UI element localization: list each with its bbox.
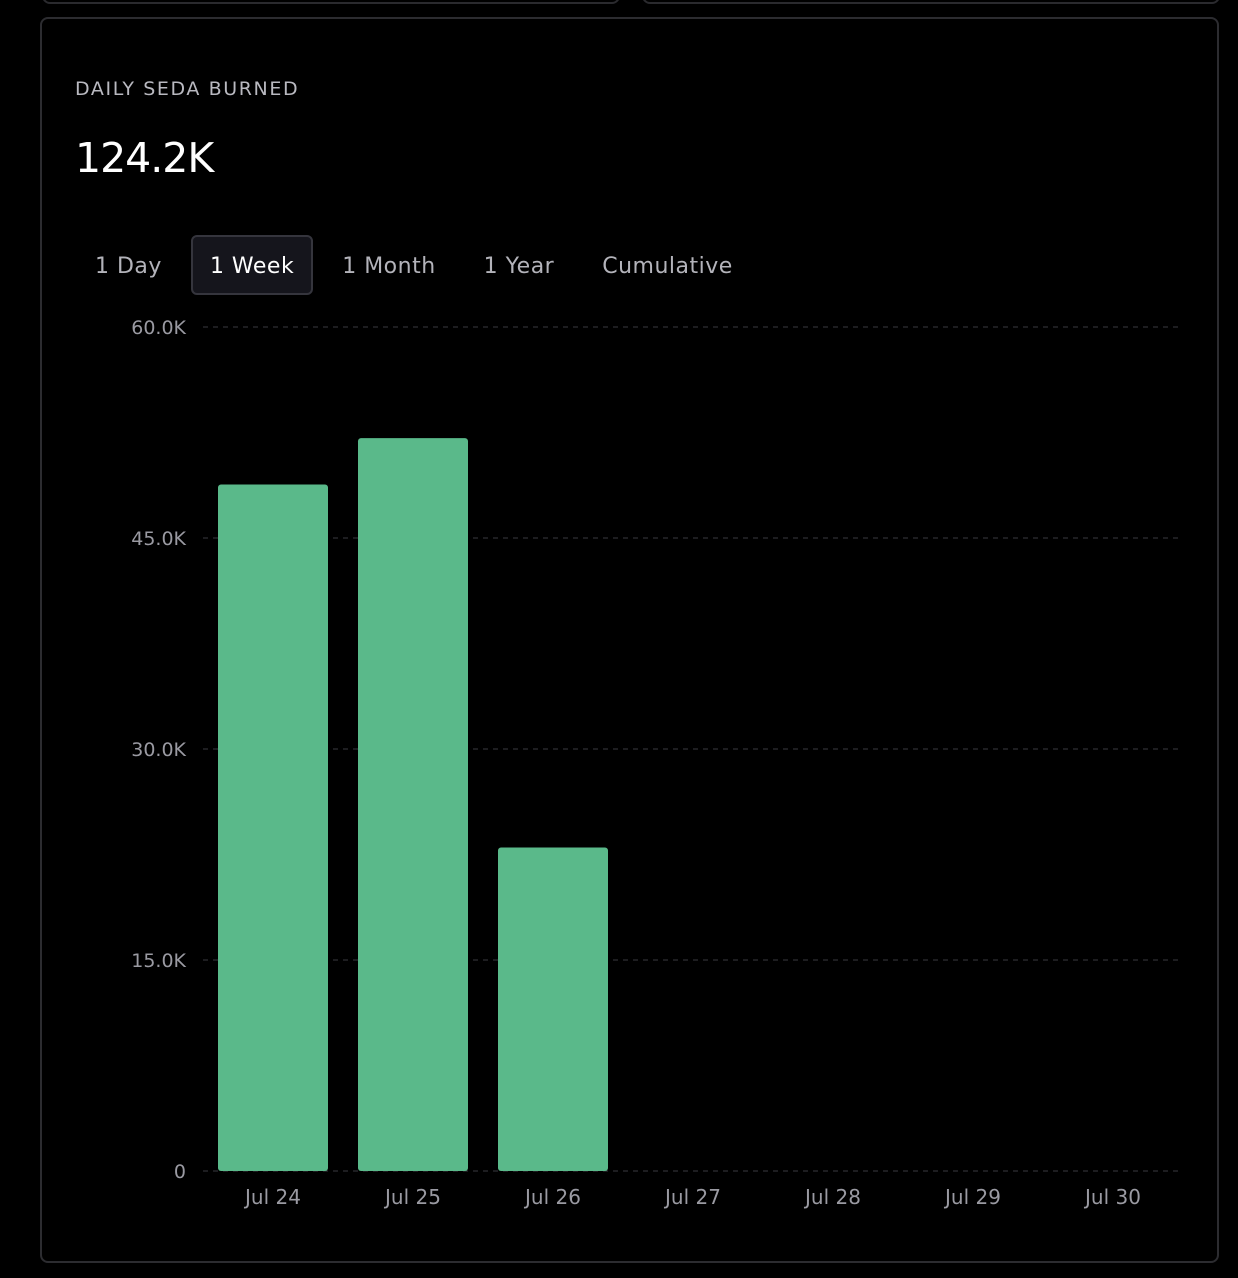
y-axis-ticks: 0 15.0K 30.0K 45.0K 60.0K <box>131 317 186 1183</box>
y-tick-label: 0 <box>174 1161 186 1183</box>
x-tick-label: Jul 28 <box>803 1185 861 1209</box>
y-tick-label: 60.0K <box>131 317 186 339</box>
y-tick-label: 30.0K <box>131 739 186 761</box>
x-tick-label: Jul 25 <box>383 1185 441 1209</box>
x-tick-label: Jul 30 <box>1083 1185 1141 1209</box>
x-tick-label: Jul 24 <box>243 1185 301 1209</box>
bar-jul-24[interactable] <box>218 484 328 1172</box>
bars <box>218 438 608 1172</box>
y-tick-label: 45.0K <box>131 528 186 550</box>
y-tick-label: 15.0K <box>131 950 186 972</box>
x-axis-ticks: Jul 24 Jul 25 Jul 26 Jul 27 Jul 28 Jul 29 Jul … <box>243 1185 1141 1209</box>
x-tick-label: Jul 29 <box>943 1185 1001 1209</box>
bar-jul-25[interactable] <box>358 438 468 1171</box>
x-tick-label: Jul 27 <box>663 1185 721 1209</box>
x-tick-label: Jul 26 <box>523 1185 581 1209</box>
bar-chart: 0 15.0K 30.0K 45.0K 60.0K Jul 24 Jul 25 Jul 26… <box>131 317 1183 1209</box>
grid-lines <box>203 326 1183 1172</box>
bar-jul-26[interactable] <box>498 847 608 1171</box>
